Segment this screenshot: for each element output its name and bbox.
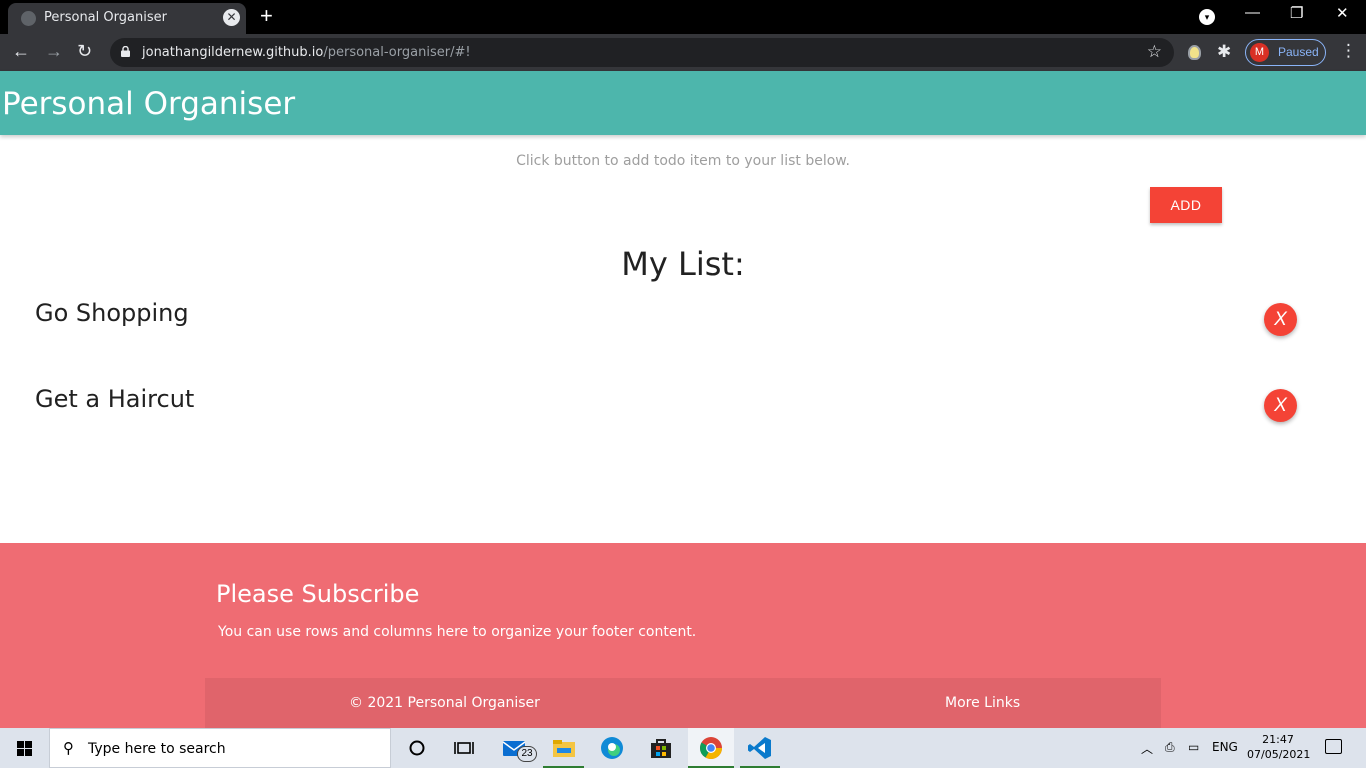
add-button[interactable]: ADD — [1150, 187, 1222, 223]
notification-center-icon[interactable] — [1325, 739, 1342, 754]
clock-time: 21:47 — [1262, 733, 1294, 746]
edge-browser-icon[interactable] — [599, 735, 625, 761]
close-window-icon[interactable]: ✕ — [1336, 4, 1349, 22]
battery-icon[interactable]: ▭ — [1188, 740, 1199, 754]
list-title: My List: — [621, 245, 745, 283]
app-navbar: Personal Organiser — [0, 71, 1366, 135]
clock-date: 07/05/2021 — [1247, 748, 1311, 761]
mail-count-badge: 23 — [517, 746, 537, 762]
file-explorer-icon[interactable] — [551, 735, 577, 761]
browser-toolbar: ← → ↻ jonathangildernew.github.io/person… — [0, 34, 1366, 71]
address-bar[interactable]: jonathangildernew.github.io/personal-org… — [110, 38, 1174, 67]
chrome-icon[interactable] — [698, 735, 724, 761]
browser-tab[interactable]: Personal Organiser ✕ — [8, 3, 246, 34]
avatar: M — [1250, 43, 1269, 62]
back-icon[interactable]: ← — [12, 40, 30, 62]
task-view-icon[interactable] — [451, 735, 477, 761]
minimize-icon[interactable]: — — [1245, 4, 1260, 21]
browser-menu-icon[interactable]: ⋮ — [1340, 41, 1357, 61]
tab-search-icon[interactable]: ▾ — [1199, 9, 1215, 25]
browser-tabstrip: Personal Organiser ✕ + ▾ — ❐ ✕ — [0, 0, 1366, 34]
profile-status: Paused — [1278, 45, 1319, 59]
url-text: jonathangildernew.github.io/personal-org… — [142, 45, 471, 60]
windows-start-icon[interactable] — [17, 741, 32, 756]
lock-icon — [121, 46, 130, 57]
taskbar-search-input[interactable]: ⚲ Type here to search — [49, 728, 391, 768]
lightbulb-extension-icon[interactable] — [1188, 45, 1201, 60]
copyright-text: © 2021 Personal Organiser — [349, 695, 540, 711]
search-placeholder: Type here to search — [88, 741, 226, 757]
footer-copyright-bar: © 2021 Personal Organiser More Links — [205, 678, 1161, 728]
delete-item-button[interactable]: X — [1264, 389, 1297, 422]
cortana-icon[interactable] — [404, 735, 430, 761]
page-footer: Please Subscribe You can use rows and co… — [0, 543, 1366, 728]
tab-title: Personal Organiser — [44, 10, 167, 25]
bookmark-star-icon[interactable]: ☆ — [1147, 42, 1162, 62]
app-title[interactable]: Personal Organiser — [2, 86, 295, 122]
url-host: jonathangildernew.github.io — [142, 45, 324, 60]
more-links-link[interactable]: More Links — [945, 695, 1020, 711]
forward-icon[interactable]: → — [45, 40, 63, 62]
new-tab-button[interactable]: + — [260, 5, 273, 27]
footer-text: You can use rows and columns here to org… — [218, 624, 697, 640]
footer-heading: Please Subscribe — [216, 580, 420, 608]
list-item: Go Shopping — [35, 299, 189, 327]
profile-button[interactable]: M Paused — [1245, 39, 1326, 66]
search-icon: ⚲ — [63, 740, 74, 757]
meet-now-icon[interactable]: ⎙ — [1165, 740, 1175, 755]
restore-icon[interactable]: ❐ — [1290, 4, 1303, 22]
show-hidden-icons-icon[interactable]: ︿ — [1141, 740, 1153, 757]
vscode-icon[interactable] — [747, 735, 773, 761]
add-hint-text: Click button to add todo item to your li… — [516, 153, 850, 169]
windows-taskbar: ⚲ Type here to search 23 ︿ ⎙ ▭ ENG 21:47… — [0, 728, 1366, 768]
close-tab-icon[interactable]: ✕ — [223, 9, 240, 26]
delete-item-button[interactable]: X — [1264, 303, 1297, 336]
taskbar-clock[interactable]: 21:47 07/05/2021 — [1247, 732, 1311, 762]
store-icon[interactable] — [648, 735, 674, 761]
globe-icon — [21, 11, 36, 26]
extensions-puzzle-icon[interactable]: ✱ — [1217, 42, 1231, 62]
language-indicator[interactable]: ENG — [1212, 740, 1238, 754]
reload-icon[interactable]: ↻ — [77, 40, 92, 62]
url-path: /personal-organiser/#! — [323, 45, 471, 60]
list-item: Get a Haircut — [35, 385, 195, 413]
